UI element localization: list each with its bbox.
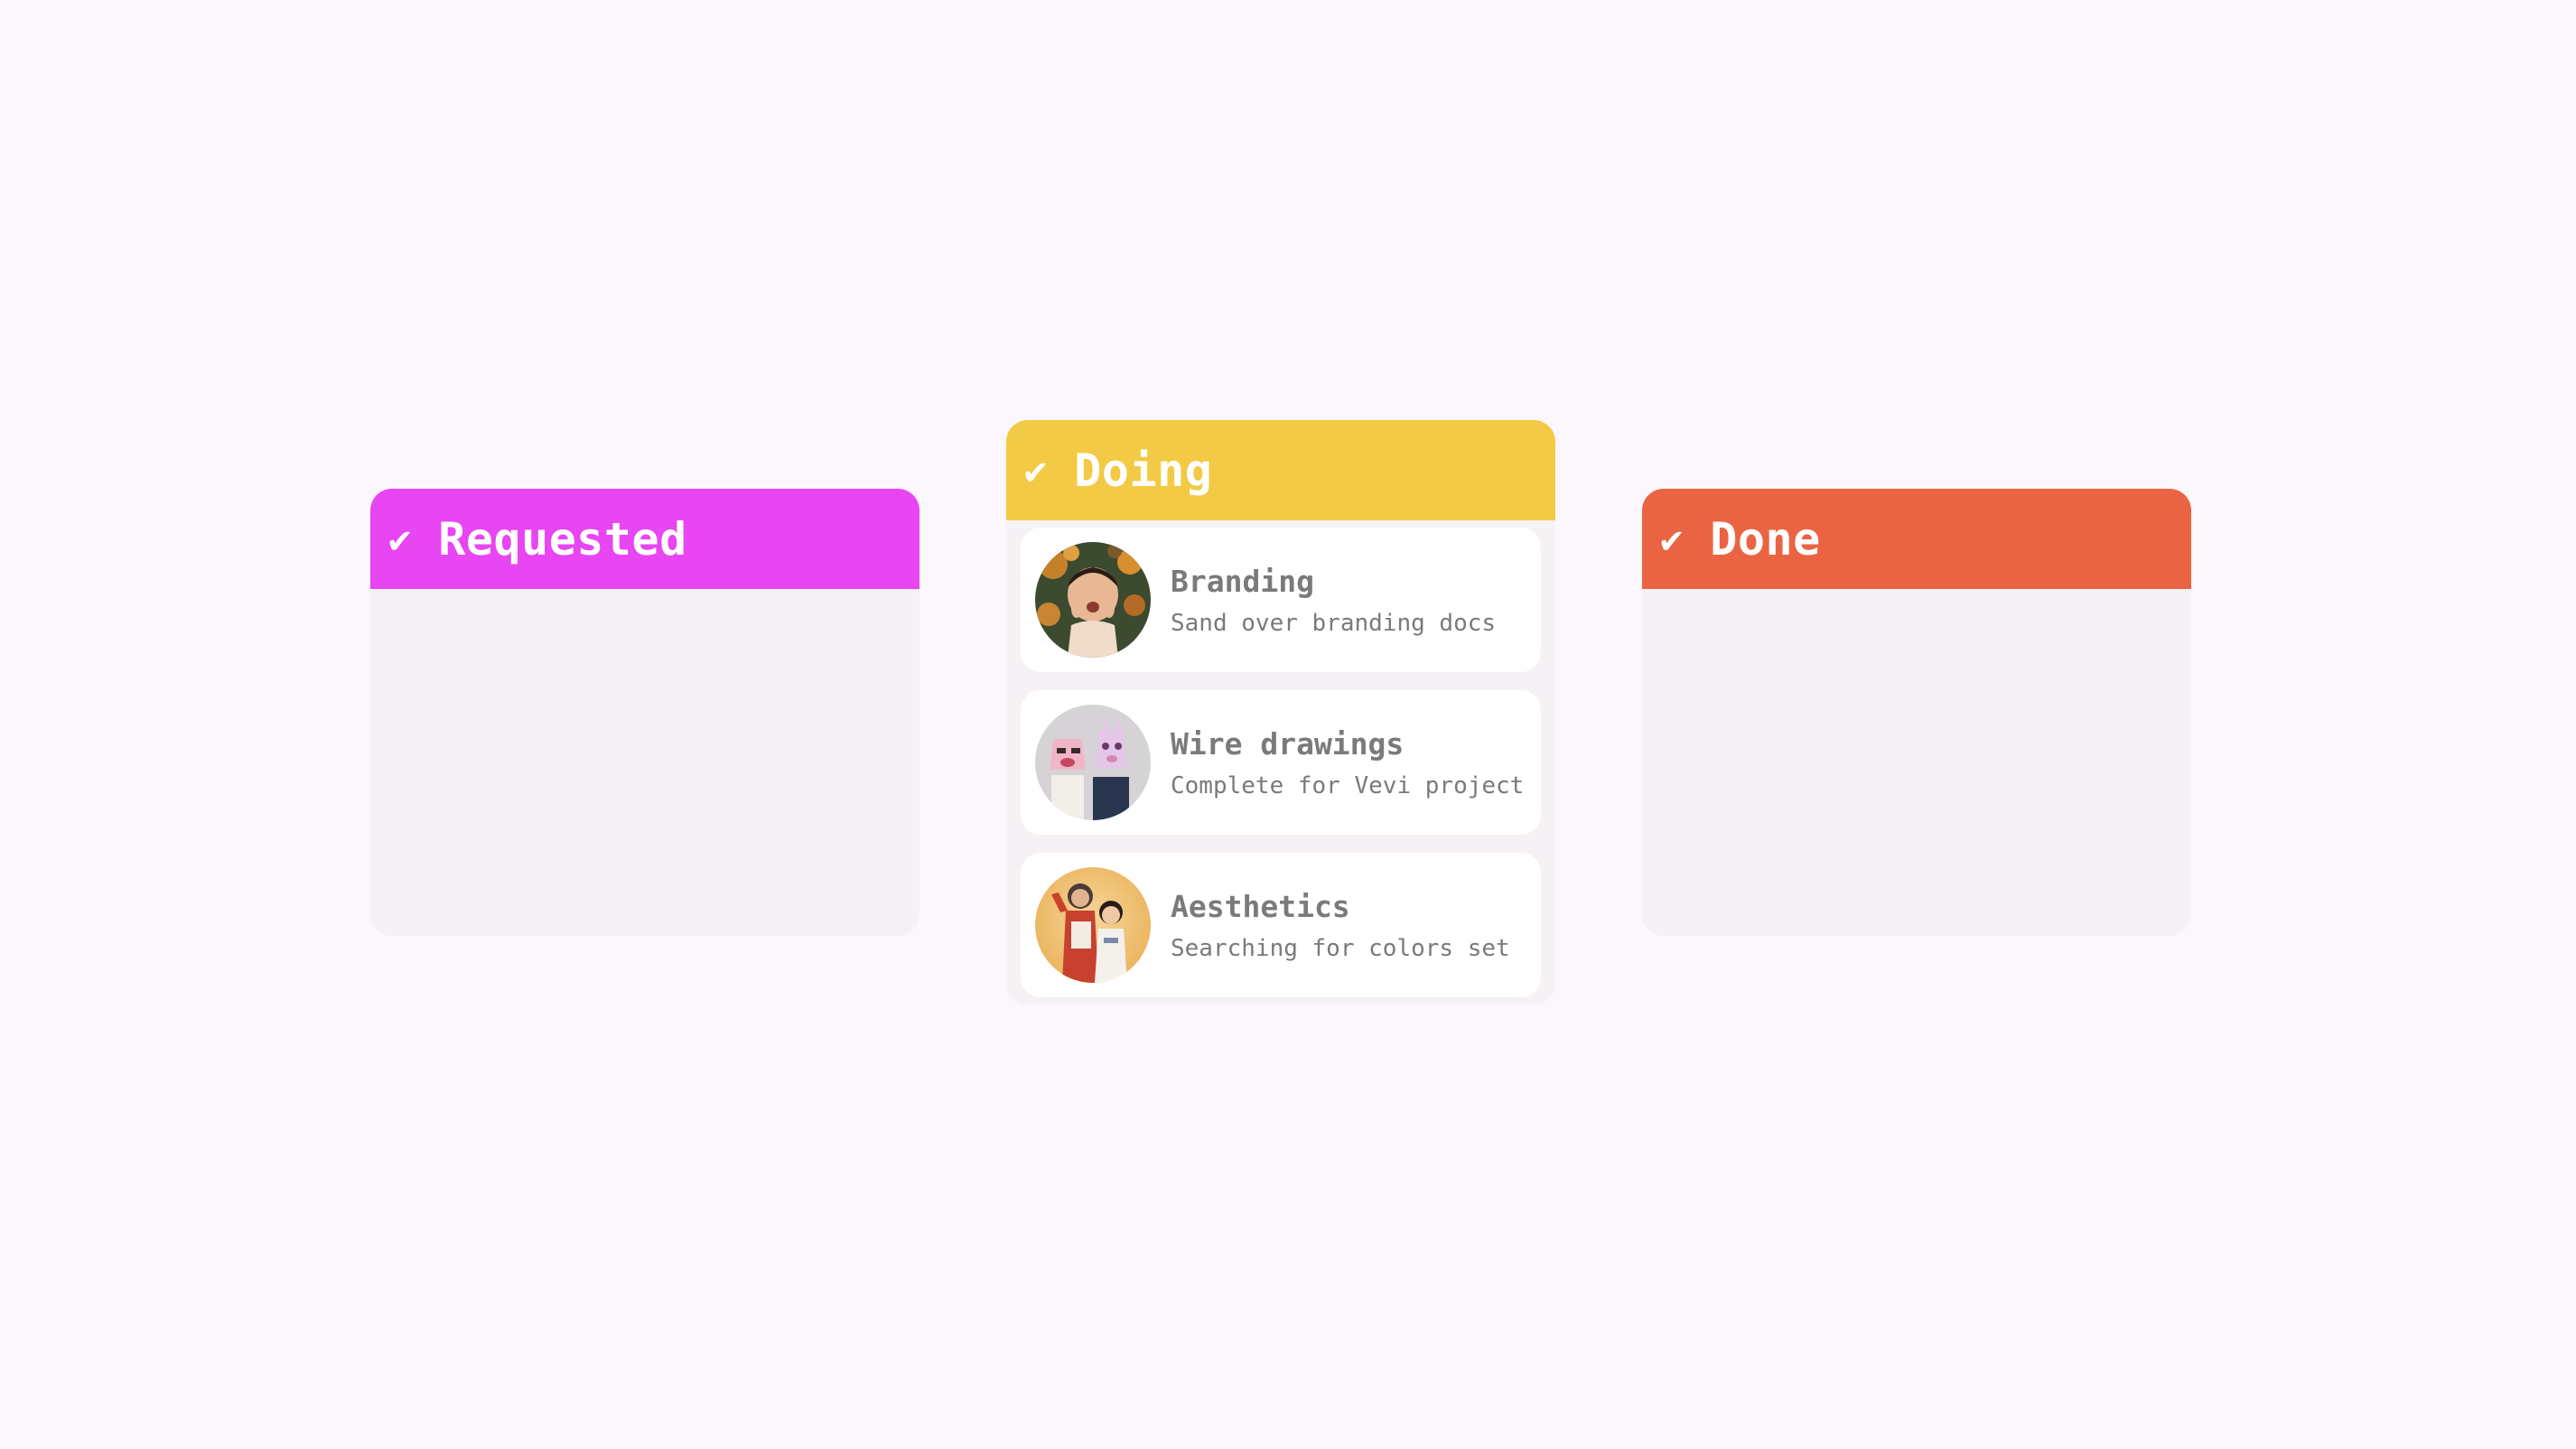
card-description: Complete for Vevi project bbox=[1171, 771, 1525, 799]
column-title: Requested bbox=[438, 512, 687, 566]
column-doing: ✔ Doing Branding Sand over branding docs… bbox=[1006, 420, 1555, 1005]
column-header-done[interactable]: ✔ Done bbox=[1642, 489, 2191, 589]
kids-with-masks-photo-icon bbox=[1035, 705, 1151, 820]
column-title: Doing bbox=[1074, 444, 1213, 497]
column-header-requested[interactable]: ✔ Requested bbox=[370, 489, 919, 589]
task-card[interactable]: Branding Sand over branding docs bbox=[1021, 528, 1541, 672]
card-list: Branding Sand over branding docs Wire dr… bbox=[1006, 520, 1555, 997]
avatar bbox=[1035, 542, 1151, 658]
card-list bbox=[370, 589, 919, 596]
kids-in-costumes-photo-icon bbox=[1035, 867, 1151, 983]
column-header-doing[interactable]: ✔ Doing bbox=[1006, 420, 1555, 520]
check-icon: ✔ bbox=[388, 516, 412, 561]
check-icon: ✔ bbox=[1024, 447, 1048, 492]
check-icon: ✔ bbox=[1660, 516, 1684, 561]
card-title: Aesthetics bbox=[1171, 888, 1350, 924]
card-list bbox=[1642, 589, 2191, 596]
avatar bbox=[1035, 705, 1151, 820]
column-requested: ✔ Requested bbox=[370, 489, 919, 936]
column-title: Done bbox=[1710, 512, 1821, 566]
column-done: ✔ Done bbox=[1642, 489, 2191, 936]
child-with-flowers-photo-icon bbox=[1035, 542, 1151, 658]
avatar bbox=[1035, 867, 1151, 983]
task-card[interactable]: Aesthetics Searching for colors set bbox=[1021, 853, 1541, 997]
card-description: Sand over branding docs bbox=[1171, 609, 1497, 637]
task-card[interactable]: Wire drawings Complete for Vevi project bbox=[1021, 690, 1541, 835]
card-title: Branding bbox=[1171, 563, 1314, 599]
card-description: Searching for colors set bbox=[1171, 934, 1510, 962]
card-title: Wire drawings bbox=[1171, 725, 1405, 762]
